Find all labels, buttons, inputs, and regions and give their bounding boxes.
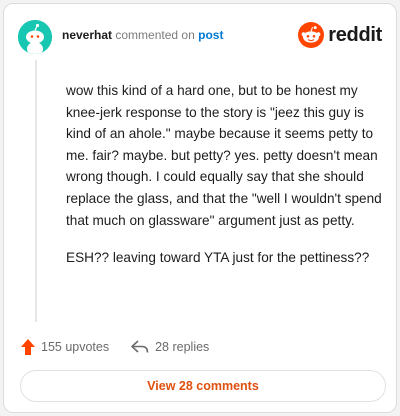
reply-button[interactable]: 28 replies: [131, 340, 209, 354]
username-link[interactable]: neverhat: [62, 28, 112, 42]
comment-header: neverhat commented on post reddit: [18, 20, 382, 54]
comment-body: wow this kind of a hard one, but to be h…: [66, 80, 392, 285]
reddit-wordmark: reddit: [328, 23, 382, 46]
upvote-button[interactable]: 155 upvotes: [21, 339, 109, 355]
reply-arrow-icon: [131, 340, 149, 353]
reddit-snoo-icon: [298, 22, 325, 48]
reply-count: 28 replies: [155, 340, 210, 354]
view-comments-button[interactable]: View 28 comments: [20, 370, 386, 402]
comment-paragraph: ESH?? leaving toward YTA just for the pe…: [66, 250, 370, 266]
upvote-arrow-icon: [21, 339, 35, 355]
reddit-logo[interactable]: reddit: [298, 20, 382, 50]
comment-byline: neverhat commented on post: [62, 28, 223, 42]
byline-action-text: commented on: [115, 28, 195, 42]
snoo-avatar-icon: [18, 20, 52, 54]
comment-paragraph: wow this kind of a hard one, but to be h…: [66, 83, 382, 228]
user-avatar[interactable]: [18, 20, 52, 54]
comment-actions: 155 upvotes 28 replies: [21, 337, 231, 357]
thread-line[interactable]: [35, 60, 37, 322]
upvote-count: 155 upvotes: [41, 340, 110, 354]
post-link[interactable]: post: [198, 28, 223, 42]
comment-card: neverhat commented on post reddit wow th…: [3, 3, 397, 413]
